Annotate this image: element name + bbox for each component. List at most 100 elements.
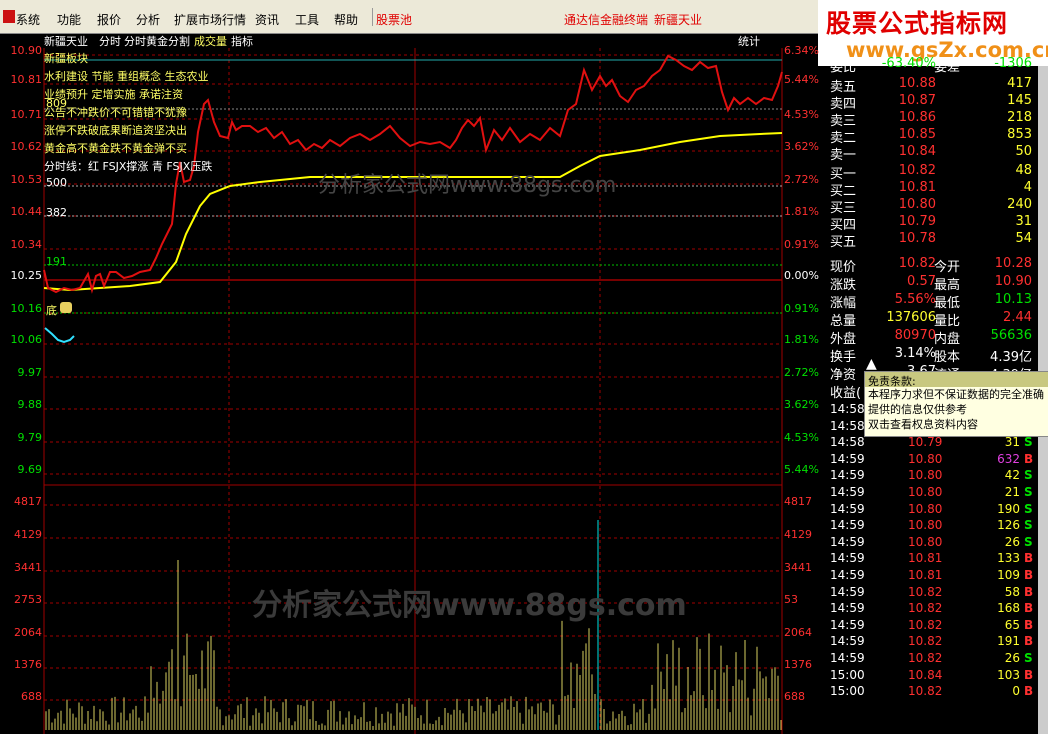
level-volume: 417 — [1007, 76, 1032, 91]
tick-price: 10.80 — [908, 501, 943, 516]
volume-tick-right: 1376 — [784, 658, 812, 671]
tick-side: S — [1024, 651, 1033, 665]
tick-side: B — [1024, 667, 1034, 682]
menu-stock-pool[interactable]: 股票池 — [376, 11, 412, 28]
tick-side: B — [1024, 601, 1034, 616]
stat-label-2: 最高 — [934, 278, 961, 293]
buy-level-row: 买五 10.78 54 — [828, 231, 1038, 250]
tick-row: 14:59 10.80 21 S — [828, 485, 1038, 502]
volume-tick-left: 2064 — [14, 626, 42, 639]
tick-price: 10.81 — [908, 568, 943, 582]
level-volume: 240 — [1007, 197, 1032, 212]
stat-value-2: 10.13 — [994, 292, 1032, 307]
level-volume: 145 — [1007, 93, 1032, 108]
tick-row: 14:59 10.80 26 S — [828, 535, 1038, 552]
overlay-sector: 新疆板块 — [44, 52, 88, 65]
menu-analysis[interactable]: 分析 — [136, 11, 160, 28]
menu-quote[interactable]: 报价 — [97, 11, 121, 28]
price-tick-right: 0.00% — [784, 269, 819, 282]
stat-label: 总量 — [830, 314, 857, 329]
volume-tick-right: 4129 — [784, 528, 812, 541]
level-label: 买五 — [830, 235, 857, 250]
tick-volume: 26 — [1004, 534, 1020, 549]
stat-label: 现价 — [830, 260, 857, 275]
tick-volume: 109 — [997, 568, 1020, 582]
menu-divider — [372, 8, 373, 26]
tick-volume: 42 — [1004, 468, 1020, 483]
tick-volume: 103 — [997, 667, 1020, 682]
volume-tick-right: 53 — [784, 593, 798, 606]
tick-price: 10.82 — [908, 617, 943, 632]
stat-row: 现价 10.82 今开 10.28 — [828, 256, 1038, 275]
menu-extended-market[interactable]: 扩展市场行情 — [174, 11, 246, 28]
tick-time: 14:59 — [830, 568, 865, 582]
tick-side: B — [1024, 584, 1034, 599]
menu-tools[interactable]: 工具 — [295, 11, 319, 28]
stat-value: 10.82 — [898, 256, 936, 271]
level-volume: 50 — [1015, 144, 1032, 159]
price-tick-right: 0.91% — [784, 302, 819, 315]
order-diff-label: 委差 — [934, 60, 961, 75]
price-tick-right: 3.62% — [784, 140, 819, 153]
menu-news[interactable]: 资讯 — [255, 11, 279, 28]
tick-row: 15:00 10.82 0 B — [828, 684, 1038, 701]
price-tick-left: 10.62 — [10, 140, 43, 153]
tick-row: 14:59 10.80 42 S — [828, 468, 1038, 485]
overlay-legend: 分时线：红 FSJX撑涨 青 FSJX压跌 — [44, 160, 213, 173]
chart-watermark: 分析家公式网www.88gs.com — [318, 173, 617, 198]
tick-side: S — [1024, 534, 1033, 549]
tick-side: B — [1024, 617, 1034, 632]
tick-side: S — [1024, 468, 1033, 483]
price-tick-left: 10.06 — [10, 333, 43, 346]
tick-volume: 191 — [997, 634, 1020, 649]
tick-volume: 133 — [997, 551, 1020, 566]
tick-volume: 58 — [1004, 584, 1020, 599]
tick-row: 14:59 10.82 168 B — [828, 601, 1038, 618]
tick-price: 10.82 — [908, 584, 943, 599]
level-price: 10.84 — [898, 144, 936, 159]
gold-level-191: 191 — [46, 255, 67, 268]
tick-side: B — [1024, 634, 1034, 649]
stat-row: 总量 137606 量比 2.44 — [828, 310, 1038, 329]
order-ratio-row: 委比 -63.40% 委差 -1306 — [828, 56, 1038, 75]
volume-tick-right: 2064 — [784, 626, 812, 639]
price-tick-left: 10.25 — [10, 269, 43, 282]
buy-level-row: 买一 10.82 48 — [828, 163, 1038, 182]
tick-time: 14:59 — [830, 601, 865, 616]
stat-label-2: 今开 — [934, 260, 961, 275]
tick-price: 10.80 — [908, 451, 943, 466]
tick-time: 14:59 — [830, 551, 865, 566]
tick-time: 14:59 — [830, 617, 865, 632]
price-tick-right: 2.72% — [784, 173, 819, 186]
stat-label: 涨幅 — [830, 296, 857, 311]
bottom-badge-icon — [60, 302, 72, 313]
tick-volume: 126 — [997, 518, 1020, 533]
price-tick-right: 4.53% — [784, 108, 819, 121]
menu-function[interactable]: 功能 — [57, 11, 81, 28]
tick-time: 14:59 — [830, 501, 865, 516]
price-tick-left: 9.79 — [17, 431, 43, 444]
menu-system[interactable]: 系统 — [16, 11, 40, 28]
menu-help[interactable]: 帮助 — [334, 11, 358, 28]
tick-volume: 632 — [997, 451, 1020, 466]
tick-volume: 168 — [997, 601, 1020, 616]
tick-volume: 31 — [1004, 435, 1020, 450]
average-price-line — [43, 132, 783, 292]
tick-side: B — [1024, 451, 1034, 466]
gold-level-500: 500 — [46, 176, 67, 189]
volume-tick-right: 3441 — [784, 561, 812, 574]
tick-time: 14:59 — [830, 451, 865, 466]
level-volume: 54 — [1015, 231, 1032, 246]
tick-side: B — [1024, 684, 1034, 699]
level-price: 10.85 — [898, 127, 936, 142]
level-price: 10.80 — [898, 197, 936, 212]
mouse-cursor-icon: ▲ — [866, 356, 877, 372]
tick-price: 10.82 — [908, 634, 943, 649]
price-tick-right: 3.62% — [784, 398, 819, 411]
tick-volume: 65 — [1004, 617, 1020, 632]
sell-level-row: 卖三 10.86 218 — [828, 110, 1038, 129]
volume-tick-right: 688 — [784, 690, 805, 703]
tick-time: 14:59 — [830, 651, 865, 665]
bottom-mark: 底 — [46, 304, 57, 317]
order-diff-value: -1306 — [994, 56, 1032, 71]
